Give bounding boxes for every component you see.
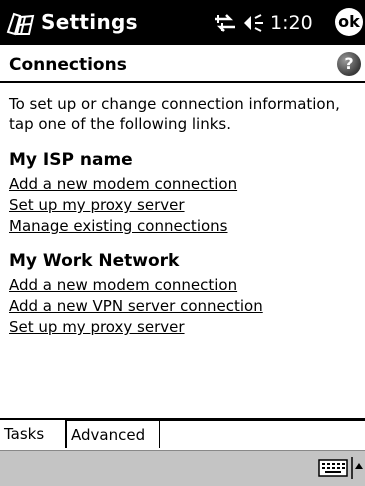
section-heading: My ISP name (9, 150, 133, 170)
app-title: Settings (41, 10, 138, 34)
link-set-up-proxy-work[interactable]: Set up my proxy server (9, 317, 359, 338)
tab-bar-filler (152, 420, 365, 421)
link-add-modem-connection-work[interactable]: Add a new modem connection (9, 275, 359, 296)
page-title: Connections (9, 55, 127, 75)
input-menu-arrow-icon[interactable] (351, 455, 363, 481)
link-manage-existing-connections[interactable]: Manage existing connections (9, 216, 359, 237)
page-header: Connections ? (0, 47, 365, 83)
link-add-modem-connection-isp[interactable]: Add a new modem connection (9, 174, 359, 195)
link-set-up-proxy-isp[interactable]: Set up my proxy server (9, 195, 359, 216)
help-icon[interactable]: ? (337, 52, 361, 76)
title-bar: Settings 1:20 ok (0, 0, 365, 45)
section-heading: My Work Network (9, 251, 180, 271)
link-add-vpn-server-connection[interactable]: Add a new VPN server connection (9, 296, 359, 317)
clock[interactable]: 1:20 (270, 11, 313, 35)
section-my-isp: My ISP name Add a new modem connection S… (9, 150, 359, 237)
start-flag-icon[interactable] (4, 8, 38, 38)
ok-button[interactable]: ok (335, 8, 363, 36)
intro-text: To set up or change connection informati… (9, 95, 340, 133)
tab-advanced[interactable]: Advanced (66, 420, 160, 448)
volume-icon[interactable] (242, 12, 266, 34)
content-area: To set up or change connection informati… (9, 94, 359, 338)
tab-tasks[interactable]: Tasks (0, 420, 66, 448)
tab-bar: Tasks Advanced (0, 418, 365, 450)
section-my-work-network: My Work Network Add a new modem connecti… (9, 251, 359, 338)
connectivity-icon[interactable] (212, 12, 238, 34)
keyboard-icon[interactable] (318, 459, 348, 477)
command-bar (0, 450, 365, 486)
